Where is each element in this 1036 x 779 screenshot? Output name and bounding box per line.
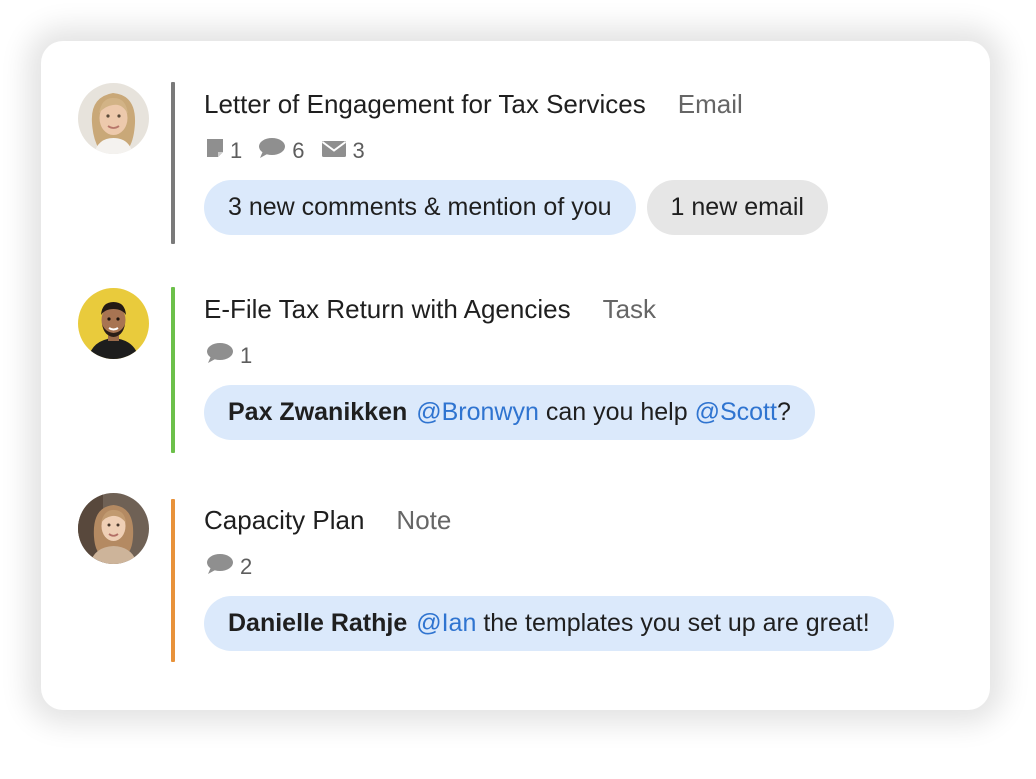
item-type: Email xyxy=(677,89,743,119)
item-counts: 2 xyxy=(206,554,268,580)
comment-icon xyxy=(206,553,240,581)
avatar xyxy=(78,493,149,564)
item-type: Note xyxy=(396,505,452,535)
item-title-line[interactable]: E-File Tax Return with Agencies Task xyxy=(204,294,656,325)
activity-feed-card: Letter of Engagement for Tax Services Ema… xyxy=(41,41,990,710)
envelope-icon xyxy=(321,138,353,164)
notes-count: 1 xyxy=(206,138,242,164)
comment-text: ? xyxy=(776,398,791,426)
comment-author[interactable]: Pax Zwanikken xyxy=(228,398,407,427)
item-type: Task xyxy=(602,294,657,324)
comment-bubble[interactable]: Danielle Rathje @Ian the templates you se… xyxy=(204,596,894,651)
comment-icon xyxy=(206,342,240,370)
emails-count: 3 xyxy=(321,138,365,164)
item-accent-bar xyxy=(171,287,175,453)
item-title[interactable]: Capacity Plan xyxy=(204,505,364,535)
avatar xyxy=(78,83,149,154)
item-counts: 1 6 3 xyxy=(206,138,381,164)
comment-icon xyxy=(258,137,292,165)
item-title[interactable]: E-File Tax Return with Agencies xyxy=(204,294,571,324)
avatar xyxy=(78,288,149,359)
comment-preview: Danielle Rathje @Ian the templates you se… xyxy=(204,596,905,651)
comments-count: 6 xyxy=(258,137,305,165)
comments-count: 2 xyxy=(206,553,252,581)
item-counts: 1 xyxy=(206,343,268,369)
mention-link[interactable]: @Ian xyxy=(416,609,476,638)
comments-count: 1 xyxy=(206,342,252,370)
new-comments-pill[interactable]: 3 new comments & mention of you xyxy=(204,180,636,235)
item-title-line[interactable]: Letter of Engagement for Tax Services Ema… xyxy=(204,89,743,120)
comment-author[interactable]: Danielle Rathje xyxy=(228,609,407,638)
new-email-pill[interactable]: 1 new email xyxy=(646,180,828,235)
comment-text: the templates you set up are great! xyxy=(476,609,870,637)
item-accent-bar xyxy=(171,82,175,244)
item-notifications: 3 new comments & mention of you 1 new em… xyxy=(204,180,839,235)
note-icon xyxy=(206,138,230,164)
comment-bubble[interactable]: Pax Zwanikken @Bronwyn can you help @Scot… xyxy=(204,385,815,440)
item-title[interactable]: Letter of Engagement for Tax Services xyxy=(204,89,646,119)
mention-link[interactable]: @Bronwyn xyxy=(416,398,539,427)
comment-preview: Pax Zwanikken @Bronwyn can you help @Scot… xyxy=(204,385,826,440)
item-accent-bar xyxy=(171,499,175,662)
mention-link[interactable]: @Scott xyxy=(695,398,777,427)
comment-text: can you help xyxy=(538,398,695,426)
item-title-line[interactable]: Capacity Plan Note xyxy=(204,505,451,536)
